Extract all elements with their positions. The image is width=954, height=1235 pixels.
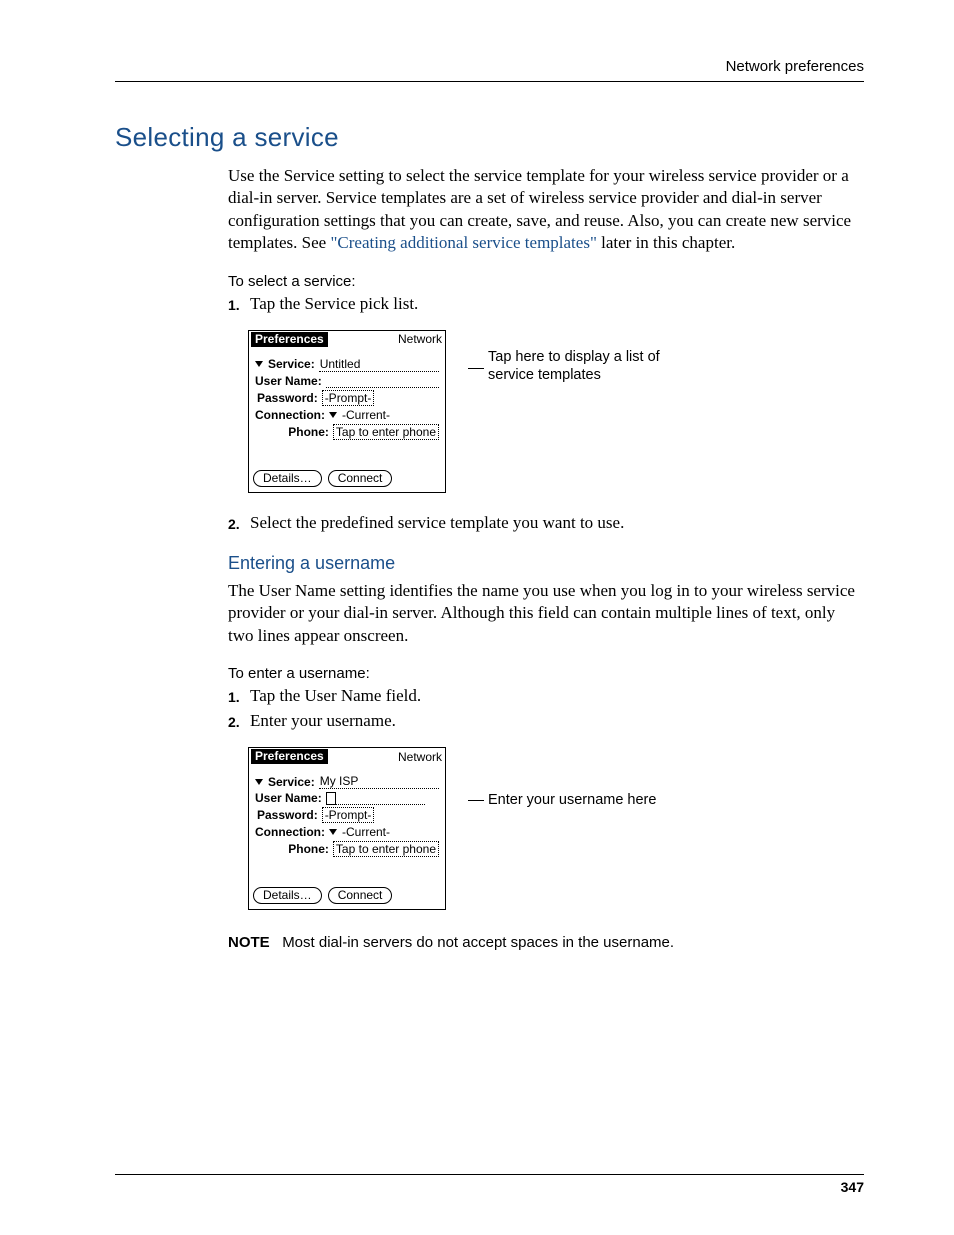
service-label: Service: <box>268 357 315 371</box>
username-field-cursor[interactable] <box>326 792 336 805</box>
phone-row: Phone: Tap to enter phone <box>255 841 439 857</box>
step-number: 2. <box>228 513 242 535</box>
phone-label: Phone: <box>288 425 329 439</box>
phone-field[interactable]: Tap to enter phone <box>333 424 439 440</box>
password-row: Password: -Prompt- <box>255 807 439 823</box>
page: Network preferences Selecting a service … <box>0 0 954 1235</box>
palm-body: Service: Untitled User Name: Password: -… <box>249 348 445 446</box>
page-footer: 347 <box>115 1144 864 1195</box>
page-number: 347 <box>115 1179 864 1195</box>
step-text: Select the predefined service template y… <box>250 513 624 535</box>
steps-select-service: 1. Tap the Service pick list. <box>228 294 864 316</box>
step-number: 1. <box>228 686 242 708</box>
username-label: User Name: <box>255 374 322 388</box>
username-row: User Name: <box>255 374 439 388</box>
step-item: 2. Select the predefined service template… <box>228 513 864 535</box>
palm-screenshot: Preferences Network Service: My ISP User… <box>248 747 446 910</box>
intro-paragraph: Use the Service setting to select the se… <box>228 165 864 255</box>
note-label: NOTE <box>228 934 270 951</box>
connection-value[interactable]: -Current- <box>342 825 390 839</box>
password-label: Password: <box>257 808 318 822</box>
figure-service-picklist: Preferences Network Service: Untitled Us… <box>248 330 864 493</box>
bottom-rule <box>115 1174 864 1175</box>
phone-field[interactable]: Tap to enter phone <box>333 841 439 857</box>
step-text: Tap the User Name field. <box>250 686 421 708</box>
palm-buttons: Details… Connect <box>249 466 445 492</box>
service-row[interactable]: Service: Untitled <box>255 357 439 372</box>
steps-select-service-2: 2. Select the predefined service template… <box>228 513 864 535</box>
procedure-title-username: To enter a username: <box>228 665 864 682</box>
service-row[interactable]: Service: My ISP <box>255 774 439 789</box>
step-number: 1. <box>228 294 242 316</box>
palm-titlebar: Preferences Network <box>249 331 445 348</box>
callout-text: Enter your username here <box>488 791 656 809</box>
service-label: Service: <box>268 775 315 789</box>
heading-selecting-service: Selecting a service <box>115 122 864 153</box>
heading-entering-username: Entering a username <box>228 553 864 574</box>
phone-label: Phone: <box>288 842 329 856</box>
connection-label: Connection: <box>255 408 325 422</box>
username-field[interactable] <box>326 374 439 388</box>
service-value[interactable]: Untitled <box>319 357 439 372</box>
callout-text: Tap here to display a list of service te… <box>488 348 678 384</box>
callout-leader <box>468 800 484 801</box>
palm-screenshot: Preferences Network Service: Untitled Us… <box>248 330 446 493</box>
password-field[interactable]: -Prompt- <box>322 807 375 823</box>
service-value[interactable]: My ISP <box>319 774 439 789</box>
palm-titlebar: Preferences Network <box>249 748 445 765</box>
palm-category[interactable]: Network <box>398 332 442 346</box>
running-header: Network preferences <box>115 58 864 75</box>
dropdown-icon <box>329 412 337 418</box>
step-item: 2. Enter your username. <box>228 711 864 733</box>
username-label: User Name: <box>255 791 322 805</box>
palm-body: Service: My ISP User Name: Password: -Pr… <box>249 765 445 863</box>
connection-value[interactable]: -Current- <box>342 408 390 422</box>
dropdown-icon <box>329 829 337 835</box>
palm-title-text: Preferences <box>251 749 328 764</box>
password-field[interactable]: -Prompt- <box>322 390 375 406</box>
intro-part2: later in this chapter. <box>597 233 735 252</box>
dropdown-icon <box>255 779 263 785</box>
step-number: 2. <box>228 711 242 733</box>
connect-button[interactable]: Connect <box>328 470 393 487</box>
step-text: Tap the Service pick list. <box>250 294 418 316</box>
steps-enter-username: 1. Tap the User Name field. 2. Enter your … <box>228 686 864 733</box>
connection-row: Connection: -Current- <box>255 825 439 839</box>
password-label: Password: <box>257 391 318 405</box>
note: NOTE Most dial-in servers do not accept … <box>228 934 864 951</box>
top-rule <box>115 81 864 82</box>
username-row: User Name: <box>255 791 439 805</box>
details-button[interactable]: Details… <box>253 887 322 904</box>
figure-username-entry: Preferences Network Service: My ISP User… <box>248 747 864 910</box>
connection-label: Connection: <box>255 825 325 839</box>
connect-button[interactable]: Connect <box>328 887 393 904</box>
connection-row: Connection: -Current- <box>255 408 439 422</box>
details-button[interactable]: Details… <box>253 470 322 487</box>
palm-buttons: Details… Connect <box>249 883 445 909</box>
username-paragraph: The User Name setting identifies the nam… <box>228 580 864 647</box>
procedure-title-select: To select a service: <box>228 273 864 290</box>
step-text: Enter your username. <box>250 711 396 733</box>
palm-title-text: Preferences <box>251 332 328 347</box>
step-item: 1. Tap the User Name field. <box>228 686 864 708</box>
palm-category[interactable]: Network <box>398 750 442 764</box>
callout-leader <box>468 368 484 369</box>
note-text: Most dial-in servers do not accept space… <box>282 934 674 951</box>
link-creating-templates[interactable]: "Creating additional service templates" <box>330 233 596 252</box>
dropdown-icon <box>255 361 263 367</box>
body-column: Use the Service setting to select the se… <box>228 165 864 951</box>
phone-row: Phone: Tap to enter phone <box>255 424 439 440</box>
step-item: 1. Tap the Service pick list. <box>228 294 864 316</box>
password-row: Password: -Prompt- <box>255 390 439 406</box>
